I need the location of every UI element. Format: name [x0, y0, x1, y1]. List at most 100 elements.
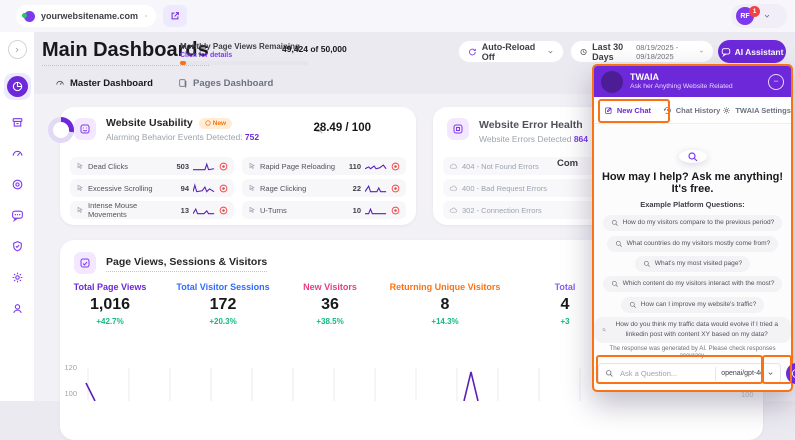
question-text: How can I improve my website's traffic? — [640, 300, 757, 308]
sidebar — [0, 32, 35, 401]
model-selector[interactable]: openai/gpt-4o — [715, 366, 774, 381]
user-pin-icon — [12, 304, 22, 314]
metric-row-dead-clicks: Dead Clicks 503 — [70, 157, 234, 175]
stat-value: 172 — [209, 296, 237, 313]
view-recordings-icon[interactable] — [219, 206, 228, 215]
range-label: Last 30 Days — [592, 41, 624, 62]
chat-footer: The response was generated by AI. Please… — [594, 343, 795, 390]
metric-value: 94 — [180, 183, 189, 193]
sidebar-item-security[interactable] — [9, 238, 26, 255]
minimize-chat-button[interactable]: − — [768, 73, 784, 90]
metric-row-excessive-scrolling: Excessive Scrolling 94 — [70, 179, 234, 197]
sidebar-item-sessions[interactable] — [9, 176, 26, 193]
quota-progress-fill — [180, 61, 186, 65]
stat-change: +20.3% — [209, 317, 237, 326]
view-recordings-icon[interactable] — [219, 184, 228, 193]
tab-label: Master Dashboard — [70, 77, 153, 89]
user-menu[interactable]: RF 1 — [731, 4, 787, 28]
clock-icon — [580, 48, 587, 55]
cursor-icon — [77, 184, 83, 191]
question-text: What countries do my visitors mostly com… — [626, 239, 771, 247]
auto-reload-toggle[interactable]: Auto-Reload Off — [458, 40, 564, 63]
chat-header: TWAIA Ask her Anything Website Related − — [594, 66, 791, 97]
tab-master-dashboard[interactable]: Master Dashboard — [55, 72, 153, 96]
question-input[interactable] — [618, 368, 712, 379]
chat-title: TWAIA — [630, 72, 659, 83]
sparkline — [193, 162, 215, 171]
welcome-heading: How may I help? Ask me anything! It's fr… — [601, 171, 784, 196]
error-subtitle: Website Errors Detected 864 — [479, 134, 588, 144]
sparkline — [193, 183, 215, 193]
gauge-icon — [12, 150, 22, 157]
stat-value: 4 — [560, 296, 570, 313]
cloud-icon — [449, 207, 458, 213]
right-axis-tick: 100 — [741, 390, 754, 399]
gear-icon — [12, 272, 22, 283]
question-chip[interactable]: What's my most visited page? — [634, 256, 751, 272]
sidebar-item-archive[interactable] — [9, 114, 26, 131]
quota-details-link[interactable]: Click for details — [180, 52, 232, 59]
chevron-down-icon — [768, 372, 773, 375]
chat-tab-label: TWAIA Settings — [735, 105, 791, 115]
tab-chat-history[interactable]: Chat History — [661, 106, 722, 115]
auto-reload-label: Auto-Reload Off — [481, 41, 536, 62]
traffic-line-chart — [85, 368, 581, 401]
y-axis-tick: 120 — [64, 363, 77, 372]
model-name: openai/gpt-4o — [721, 370, 765, 377]
stat-total-clipped: Total 4 +3 — [555, 282, 576, 326]
error-card-icon — [447, 118, 469, 140]
cloud-icon — [449, 163, 458, 169]
stat-new-visitors: New Visitors 36 +38.5% — [303, 282, 357, 326]
question-chip[interactable]: What countries do my visitors mostly com… — [606, 235, 779, 252]
history-icon — [663, 106, 671, 114]
chat-tabs: New Chat Chat History TWAIA Settings — [594, 97, 791, 124]
sidebar-toggle-button[interactable] — [7, 40, 27, 59]
site-selector[interactable]: yourwebsitename.com — [16, 5, 156, 27]
usability-score-donut — [48, 117, 74, 143]
dashboard-tab-icon — [56, 81, 64, 85]
metric-row-rapid-page-reloading: Rapid Page Reloading 110 — [242, 157, 406, 175]
view-recordings-icon[interactable] — [219, 162, 228, 171]
site-name: yourwebsitename.com — [41, 11, 139, 21]
sidebar-item-visitors[interactable] — [9, 300, 26, 317]
question-chip[interactable]: Which content do my visitors interact wi… — [602, 276, 783, 293]
metric-value: 22 — [352, 183, 361, 193]
view-recordings-icon[interactable] — [391, 206, 400, 215]
chevron-down-icon — [764, 14, 770, 18]
date-range-picker[interactable]: Last 30 Days 08/19/2025 - 09/18/2025 — [570, 40, 714, 63]
shield-check-icon — [12, 241, 22, 252]
send-button[interactable] — [786, 363, 795, 384]
question-chip[interactable]: How do my visitors compare to the previo… — [602, 215, 783, 232]
view-recordings-icon[interactable] — [391, 162, 400, 171]
sidebar-item-feedback[interactable] — [9, 207, 26, 224]
tab-new-chat[interactable]: New Chat — [594, 106, 661, 115]
stat-label: Total — [554, 282, 576, 292]
chat-tab-label: New Chat — [616, 105, 652, 115]
question-chip[interactable]: How can I improve my website's traffic? — [620, 296, 765, 313]
view-recordings-icon[interactable] — [391, 184, 400, 193]
twaia-chat-panel: TWAIA Ask her Anything Website Related −… — [592, 64, 795, 392]
stat-returning-unique-visitors: Returning Unique Visitors 8 +14.3% — [390, 282, 501, 326]
quota-progressbar — [180, 61, 308, 65]
tab-twaia-settings[interactable]: TWAIA Settings — [722, 106, 791, 115]
new-badge: New — [198, 117, 233, 129]
external-link-icon — [171, 12, 179, 20]
metric-row-rage-clicking: Rage Clicking 22 — [242, 179, 406, 197]
sidebar-item-speed[interactable] — [9, 145, 26, 162]
question-chip[interactable]: How do you think my traffic data would e… — [594, 317, 791, 343]
target-icon — [12, 179, 22, 190]
browser-topbar: yourwebsitename.com RF 1 — [0, 0, 795, 32]
open-site-button[interactable] — [163, 5, 187, 27]
sidebar-item-settings[interactable] — [9, 269, 26, 286]
ai-assistant-button[interactable]: AI Assistant — [718, 40, 786, 63]
sparkline — [365, 207, 387, 215]
sidebar-item-dashboards[interactable] — [3, 73, 31, 100]
search-sparkle-icon — [611, 281, 618, 288]
search-sparkle-icon — [629, 301, 636, 308]
pie-chart-icon — [12, 81, 22, 92]
twaia-avatar — [601, 70, 623, 93]
metric-value: 110 — [348, 161, 361, 171]
stat-label: Returning Unique Visitors — [389, 282, 501, 292]
tab-pages-dashboard[interactable]: Pages Dashboard — [178, 72, 273, 94]
stat-label: New Visitors — [303, 282, 357, 292]
